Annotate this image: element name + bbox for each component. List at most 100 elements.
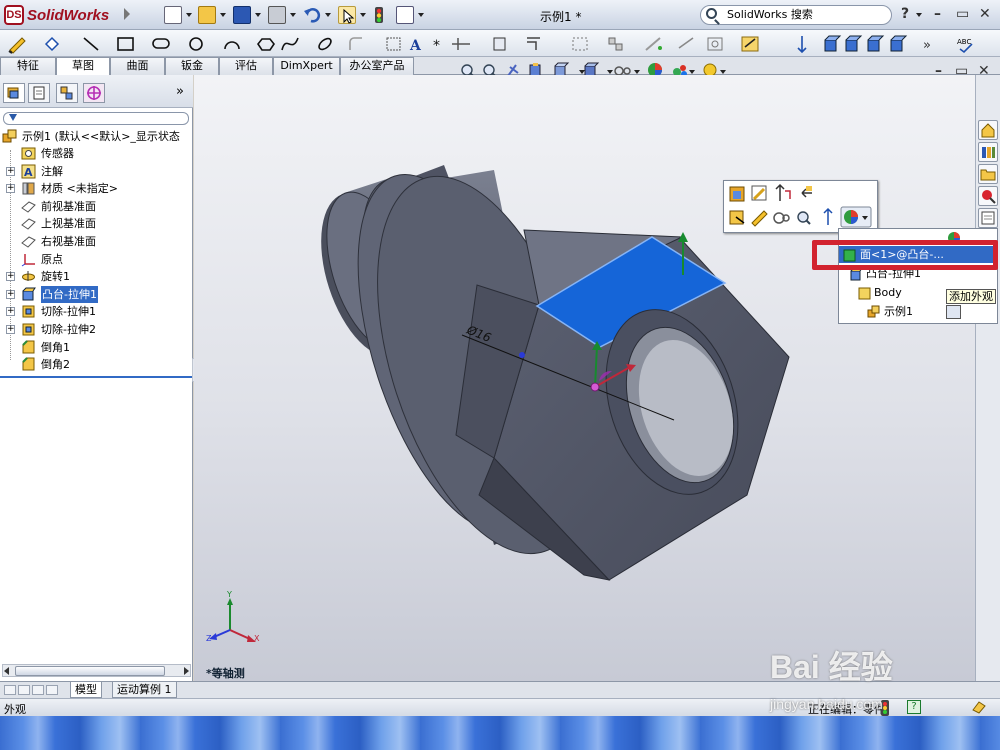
view-cube-3-icon[interactable] xyxy=(867,35,885,52)
tab-model[interactable]: 模型 xyxy=(70,682,102,698)
point-icon[interactable]: * xyxy=(433,38,440,54)
hide-show-items-icon[interactable] xyxy=(614,66,631,76)
dimxpert-manager-tab[interactable] xyxy=(83,83,105,103)
search-results-icon[interactable] xyxy=(978,186,998,206)
hide-show-dropdown-icon[interactable] xyxy=(634,70,640,74)
options-icon[interactable] xyxy=(396,6,414,24)
arc-icon[interactable] xyxy=(224,41,240,50)
design-library-icon[interactable] xyxy=(978,142,998,162)
last-tab-icon[interactable] xyxy=(46,685,58,695)
scene-dropdown-icon[interactable] xyxy=(689,70,695,74)
ellipse-icon[interactable] xyxy=(317,36,333,51)
view-cube-4-icon[interactable] xyxy=(890,35,908,52)
options-dropdown-icon[interactable] xyxy=(418,13,424,17)
rectangle-icon[interactable] xyxy=(117,37,134,51)
tree-item-chamfer2[interactable]: 倒角2 xyxy=(0,356,193,373)
select-pointer-icon[interactable] xyxy=(338,6,356,24)
appearance-swatch[interactable] xyxy=(946,305,961,319)
new-file-icon[interactable] xyxy=(164,6,182,24)
repair-sketch-icon[interactable] xyxy=(678,37,694,49)
undo-icon[interactable] xyxy=(303,6,321,24)
tab-evaluate[interactable]: 评估 xyxy=(219,57,273,75)
appearance-button[interactable] xyxy=(840,206,872,228)
feature-filter-input[interactable] xyxy=(3,112,189,125)
print-dropdown-icon[interactable] xyxy=(290,13,296,17)
rebuild-traffic-light-icon[interactable] xyxy=(374,6,384,24)
save-icon[interactable] xyxy=(233,6,251,24)
select-other-icon[interactable] xyxy=(729,210,745,225)
edit-feature-icon[interactable] xyxy=(729,186,745,202)
tree-item-top-plane[interactable]: 上视基准面 xyxy=(0,215,193,232)
normal-to-icon[interactable] xyxy=(775,183,791,201)
scroll-thumb[interactable] xyxy=(15,666,165,676)
configuration-manager-tab[interactable] xyxy=(56,83,78,103)
tree-item-revolve1[interactable]: + 旋转1 xyxy=(0,268,193,285)
expand-icon[interactable]: + xyxy=(6,272,15,282)
save-dropdown-icon[interactable] xyxy=(255,13,261,17)
expand-icon[interactable]: + xyxy=(6,184,15,194)
tree-root[interactable]: 示例1 (默认<<默认>_显示状态 xyxy=(0,128,193,145)
display-dropdown-icon[interactable] xyxy=(607,70,613,74)
tree-item-chamfer1[interactable]: 倒角1 xyxy=(0,339,193,356)
view-cube-1-icon[interactable] xyxy=(824,35,842,52)
polygon-icon[interactable] xyxy=(257,38,275,51)
prev-tab-icon[interactable] xyxy=(18,685,30,695)
tree-item-right-plane[interactable]: 右视基准面 xyxy=(0,233,193,250)
tree-item-annotations[interactable]: + A 注解 xyxy=(0,163,193,180)
next-tab-icon[interactable] xyxy=(32,685,44,695)
view-cube-2-icon[interactable] xyxy=(845,35,863,52)
graphics-area[interactable]: Ø16 Y X Z *等轴测 xyxy=(194,75,975,681)
close-button[interactable]: ✕ xyxy=(979,6,991,22)
expand-icon[interactable]: + xyxy=(6,325,15,334)
expand-icon[interactable]: + xyxy=(6,289,15,299)
scroll-right-icon[interactable] xyxy=(184,667,189,675)
move-entities-icon[interactable] xyxy=(797,36,807,54)
open-folder-icon[interactable] xyxy=(198,6,216,24)
plane-icon[interactable] xyxy=(386,37,401,51)
more-tools-icon[interactable]: » xyxy=(923,38,931,53)
open-dropdown-icon[interactable] xyxy=(220,13,226,17)
tab-office-products[interactable]: 办公室产品 xyxy=(340,57,414,75)
new-dropdown-icon[interactable] xyxy=(186,13,192,17)
tab-sheet-metal[interactable]: 钣金 xyxy=(165,57,219,75)
zoom-to-selection-icon[interactable] xyxy=(797,211,811,225)
maximize-button[interactable]: ▭ xyxy=(956,6,969,22)
fillet-icon[interactable] xyxy=(349,37,362,50)
help-dropdown-icon[interactable] xyxy=(916,13,922,17)
text-icon[interactable]: A xyxy=(409,38,422,54)
tab-features[interactable]: 特征 xyxy=(0,57,56,75)
orientation-dropdown-icon[interactable] xyxy=(579,70,585,74)
solidworks-logo[interactable]: DS SolidWorks xyxy=(4,4,109,26)
expand-icon[interactable]: + xyxy=(6,307,15,317)
tab-surfaces[interactable]: 曲面 xyxy=(110,57,165,75)
line-icon[interactable] xyxy=(83,37,99,51)
tree-item-cut-extrude1[interactable]: + 切除-拉伸1 xyxy=(0,303,193,320)
slot-icon[interactable] xyxy=(152,38,170,49)
spell-check-icon[interactable]: ABC xyxy=(957,38,973,54)
normal-to-view-icon[interactable] xyxy=(823,207,833,225)
trim-icon[interactable] xyxy=(452,38,470,50)
tree-item-origin[interactable]: 原点 xyxy=(0,251,193,268)
edit-sketch-icon[interactable] xyxy=(751,185,767,201)
tree-item-sensors[interactable]: 传感器 xyxy=(0,145,193,162)
feature-manager-tab[interactable] xyxy=(3,83,25,103)
pattern-icon[interactable] xyxy=(608,37,623,51)
minimize-button[interactable]: – xyxy=(934,6,941,22)
tree-item-front-plane[interactable]: 前视基准面 xyxy=(0,198,193,215)
horizontal-scrollbar[interactable] xyxy=(2,664,191,677)
tree-item-material[interactable]: + 材质 <未指定> xyxy=(0,180,193,197)
tab-motion-study[interactable]: 运动算例 1 xyxy=(112,682,177,698)
scroll-left-icon[interactable] xyxy=(4,667,9,675)
circle-icon[interactable] xyxy=(189,37,203,51)
tab-dimxpert[interactable]: DimXpert xyxy=(273,57,340,75)
rollback-bar[interactable] xyxy=(0,376,193,378)
part-model[interactable]: Ø16 Y X Z xyxy=(194,75,975,681)
quick-snaps-icon[interactable] xyxy=(707,37,723,51)
property-manager-tab[interactable] xyxy=(28,83,50,103)
convert-entities-icon[interactable] xyxy=(493,37,506,51)
undo-dropdown-icon[interactable] xyxy=(325,13,331,17)
view-palette-icon[interactable] xyxy=(978,208,998,228)
view-settings-dropdown-icon[interactable] xyxy=(720,70,726,74)
file-explorer-icon[interactable] xyxy=(978,164,998,184)
sketch-on-face-icon[interactable] xyxy=(751,210,768,227)
